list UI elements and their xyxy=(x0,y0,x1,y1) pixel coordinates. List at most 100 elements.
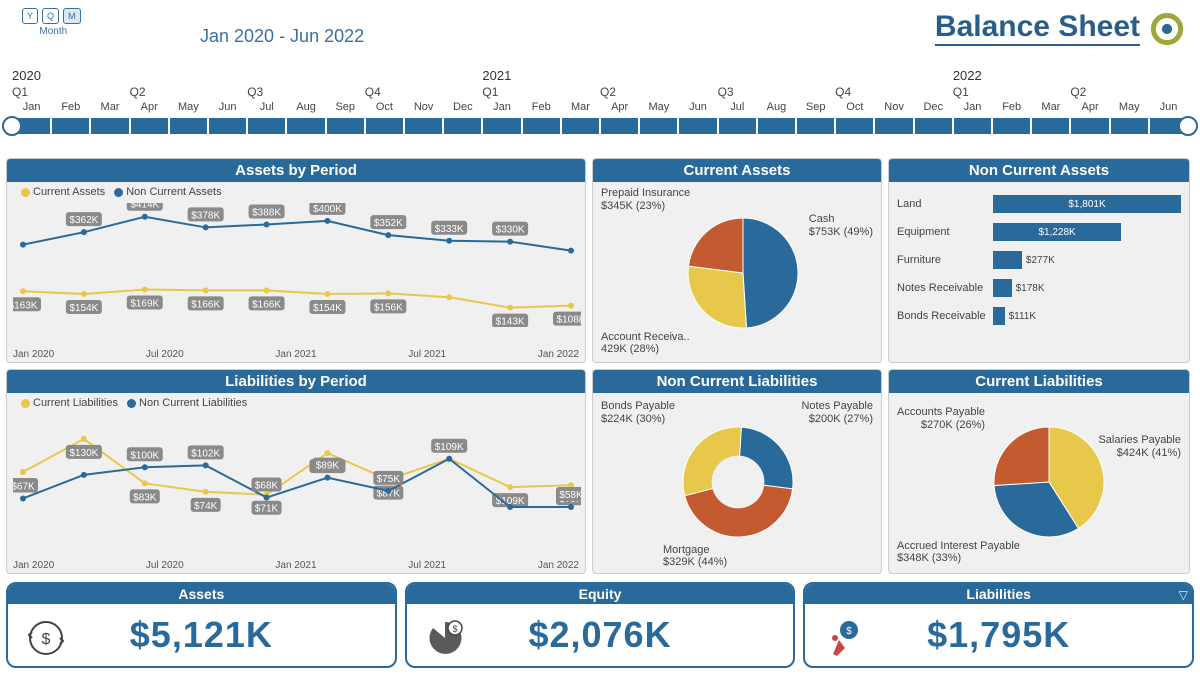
timeline-segment[interactable] xyxy=(286,117,325,135)
granularity-month[interactable]: M xyxy=(63,8,81,24)
timeline-month[interactable]: Mar xyxy=(1031,101,1070,113)
timeline-month[interactable]: May xyxy=(169,101,208,113)
bar-row: Equipment $1,228K xyxy=(897,220,1181,244)
timeline-month[interactable]: Mar xyxy=(561,101,600,113)
timeline-handle-left[interactable] xyxy=(2,116,22,136)
timeline-month[interactable]: Oct xyxy=(835,101,874,113)
timeline-slicer[interactable]: 202020212022 Q1Q2Q3Q4Q1Q2Q3Q4Q1Q2 JanFeb… xyxy=(12,68,1188,135)
timeline-segment[interactable] xyxy=(992,117,1031,135)
timeline-month[interactable]: Jan xyxy=(482,101,521,113)
kpi-title: Equity xyxy=(407,584,794,604)
bar[interactable]: $1,801K xyxy=(993,195,1181,213)
timeline-month[interactable]: Feb xyxy=(992,101,1031,113)
timeline-segment[interactable] xyxy=(443,117,482,135)
timeline-segment[interactable] xyxy=(757,117,796,135)
svg-text:$89K: $89K xyxy=(316,461,340,472)
timeline-month[interactable]: Aug xyxy=(286,101,325,113)
timeline-year: 2020 xyxy=(12,68,482,83)
tile-current-liabilities: Current Liabilities Salaries Payable$424… xyxy=(888,369,1190,574)
timeline-month[interactable]: Oct xyxy=(365,101,404,113)
timeline-segment[interactable] xyxy=(914,117,953,135)
timeline-segment[interactable] xyxy=(130,117,169,135)
kpi-title: Liabilities xyxy=(805,584,1192,604)
timeline-month[interactable]: Nov xyxy=(404,101,443,113)
axis-tick: Jul 2020 xyxy=(146,349,184,360)
timeline-segment[interactable] xyxy=(90,117,129,135)
granularity-quarter[interactable]: Q xyxy=(42,8,59,24)
timeline-quarter: Q1 xyxy=(953,85,1071,99)
timeline-segment[interactable] xyxy=(953,117,992,135)
bar[interactable]: $1,228K xyxy=(993,223,1121,241)
bar-category: Notes Receivable xyxy=(897,282,993,294)
timeline-segment[interactable] xyxy=(561,117,600,135)
timeline-month[interactable]: Mar xyxy=(90,101,129,113)
svg-text:$333K: $333K xyxy=(435,224,464,235)
timeline-month[interactable]: Sep xyxy=(796,101,835,113)
timeline-month[interactable]: Feb xyxy=(51,101,90,113)
granularity-year[interactable]: Y xyxy=(22,8,38,24)
timeline-segment[interactable] xyxy=(1031,117,1070,135)
timeline-segment[interactable] xyxy=(404,117,443,135)
timeline-segment[interactable] xyxy=(208,117,247,135)
timeline-quarter: Q3 xyxy=(247,85,365,99)
timeline-month[interactable]: Dec xyxy=(443,101,482,113)
timeline-segment[interactable] xyxy=(1070,117,1109,135)
line-chart[interactable]: $95K$130K$83K$74K$71K$115K$87K$109K$79K$… xyxy=(13,414,581,538)
timeline-segment[interactable] xyxy=(326,117,365,135)
timeline-month[interactable]: Jun xyxy=(1149,101,1188,113)
timeline-month[interactable]: Jul xyxy=(718,101,757,113)
svg-text:$: $ xyxy=(452,624,457,634)
timeline-month[interactable]: Jun xyxy=(208,101,247,113)
line-chart[interactable]: $163K$154K$169K$166K$166K$154K$156K$143K… xyxy=(13,203,581,327)
bar[interactable] xyxy=(993,307,1005,325)
timeline-segment[interactable] xyxy=(365,117,404,135)
timeline-month[interactable]: Dec xyxy=(914,101,953,113)
legend-dot-icon xyxy=(21,188,30,197)
tile-title: Non Current Assets xyxy=(889,159,1189,182)
burden-icon: $ xyxy=(823,618,863,658)
timeline-segment[interactable] xyxy=(51,117,90,135)
timeline-month[interactable]: May xyxy=(639,101,678,113)
timeline-segment[interactable] xyxy=(639,117,678,135)
timeline-handle-right[interactable] xyxy=(1178,116,1198,136)
timeline-segment[interactable] xyxy=(835,117,874,135)
timeline-segment[interactable] xyxy=(718,117,757,135)
timeline-month[interactable]: Apr xyxy=(1070,101,1109,113)
timeline-month[interactable]: Feb xyxy=(522,101,561,113)
timeline-month[interactable]: Apr xyxy=(600,101,639,113)
tile-title: Current Assets xyxy=(593,159,881,182)
granularity-toggle[interactable]: YQM Month xyxy=(22,8,85,37)
axis-tick: Jul 2021 xyxy=(408,349,446,360)
timeline-month[interactable]: Sep xyxy=(326,101,365,113)
timeline-segment[interactable] xyxy=(1110,117,1149,135)
filter-icon[interactable]: ▽ xyxy=(1179,588,1188,602)
timeline-month[interactable]: May xyxy=(1110,101,1149,113)
svg-text:$156K: $156K xyxy=(374,302,403,313)
timeline-quarter: Q2 xyxy=(600,85,718,99)
timeline-month[interactable]: Aug xyxy=(757,101,796,113)
bar[interactable] xyxy=(993,279,1012,297)
timeline-segment[interactable] xyxy=(874,117,913,135)
timeline-segment[interactable] xyxy=(482,117,521,135)
axis-tick: Jul 2020 xyxy=(146,560,184,571)
timeline-month[interactable]: Jul xyxy=(247,101,286,113)
timeline-month[interactable]: Apr xyxy=(130,101,169,113)
bar-chart[interactable]: Land $1,801K Equipment $1,228K Furniture… xyxy=(889,182,1189,334)
timeline-segment[interactable] xyxy=(796,117,835,135)
granularity-label: Month xyxy=(22,26,85,37)
timeline-month[interactable]: Jun xyxy=(678,101,717,113)
timeline-segment[interactable] xyxy=(169,117,208,135)
timeline-month[interactable]: Jan xyxy=(12,101,51,113)
timeline-segment[interactable] xyxy=(247,117,286,135)
timeline-segment[interactable] xyxy=(678,117,717,135)
svg-text:$166K: $166K xyxy=(252,299,281,310)
timeline-quarter: Q4 xyxy=(835,85,953,99)
timeline-segment[interactable] xyxy=(600,117,639,135)
timeline-quarter: Q2 xyxy=(130,85,248,99)
svg-text:$378K: $378K xyxy=(191,210,220,221)
timeline-month[interactable]: Nov xyxy=(874,101,913,113)
timeline-month[interactable]: Jan xyxy=(953,101,992,113)
svg-text:$362K: $362K xyxy=(69,215,98,226)
bar[interactable] xyxy=(993,251,1022,269)
timeline-segment[interactable] xyxy=(522,117,561,135)
